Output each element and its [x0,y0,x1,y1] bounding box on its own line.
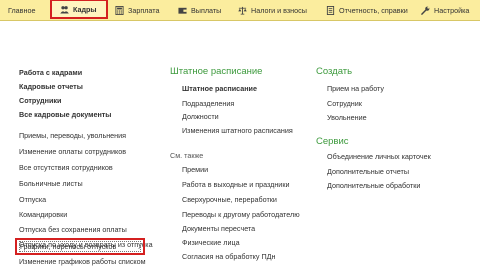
heading-shtatnoe: Штатное расписание [170,66,263,77]
tab-kadry[interactable]: Кадры [50,0,108,19]
link-grafiki-perenosy-otpuskov[interactable]: Графики, переносы отпусков [20,242,116,251]
link-sotrudniki[interactable]: Сотрудники [19,96,61,105]
link-soglasiya-pdn[interactable]: Согласия на обработку ПДн [182,252,275,261]
link-bolnichnye[interactable]: Больничные листы [19,179,83,188]
tab-label: Главное [8,5,36,15]
link-rabota-v-vyhodnye[interactable]: Работа в выходные и праздники [182,180,289,189]
link-komandirovki[interactable]: Командировки [19,210,67,219]
calculator-icon [115,5,124,15]
tab-otchetnost[interactable]: Отчетность, справки [326,0,408,20]
link-obedinenie-kartochek[interactable]: Объединение личных карточек [327,152,431,161]
wallet-icon [178,7,187,14]
link-dop-obrabotki[interactable]: Дополнительные обработки [327,181,420,190]
link-rabota-s-kadrami[interactable]: Работа с кадрами [19,68,82,77]
link-fizicheskie-litsa[interactable]: Физические лица [182,238,240,247]
link-otpuska[interactable]: Отпуска [19,195,46,204]
link-izmenenie-oplaty[interactable]: Изменение оплаты сотрудников [19,147,126,156]
link-perevody-k-rabotodatelyu[interactable]: Переводы к другому работодателю [182,210,300,219]
link-priemy-perevody[interactable]: Приемы, переводы, увольнения [19,131,126,140]
tab-label: Зарплата [128,5,160,15]
link-otpuska-bez-oplaty[interactable]: Отпуска без сохранения оплаты [19,225,127,234]
tab-zarplata[interactable]: Зарплата [115,0,159,20]
link-sotrudnik[interactable]: Сотрудник [327,99,362,108]
link-izmenenie-grafikov[interactable]: Изменение графиков работы списком [19,257,146,266]
link-kadrovye-otchety[interactable]: Кадровые отчеты [19,82,83,91]
link-priem-na-rabotu[interactable]: Прием на работу [327,84,384,93]
heading-sozdat: Создать [316,66,353,77]
link-shtatnoe-raspisanie[interactable]: Штатное расписание [182,84,257,93]
see-also-label: См. также [170,151,204,160]
tab-label: Отчетность, справки [339,5,408,15]
tab-label: Настройка [434,5,470,15]
link-vse-otsutstviya[interactable]: Все отсутствия сотрудников [19,163,113,172]
tab-label: Выплаты [191,5,222,15]
tab-main[interactable]: Главное [8,0,35,20]
heading-servis: Сервис [316,136,349,147]
link-vse-kadrovye-dokumenty[interactable]: Все кадровые документы [19,110,111,119]
wrench-icon [421,6,430,15]
tab-nastroyka[interactable]: Настройка [421,0,469,20]
link-sverhurochnye[interactable]: Сверхурочные, переработки [182,195,277,204]
people-icon [60,5,69,14]
tab-nalogi[interactable]: Налоги и взносы [238,0,307,20]
tab-label: Налоги и взносы [251,5,307,15]
scales-icon [238,6,247,15]
report-icon [326,5,335,15]
link-premii[interactable]: Премии [182,165,208,174]
tab-vyplaty[interactable]: Выплаты [178,0,221,20]
link-podrazdeleniya[interactable]: Подразделения [182,99,234,108]
link-dokumenty-pereschyota[interactable]: Документы пересчета [182,224,255,233]
link-dolzhnosti[interactable]: Должности [182,112,219,121]
link-dop-otchety[interactable]: Дополнительные отчеты [327,167,409,176]
section-bar: Главное Кадры Зарплата Выплаты Налоги и … [0,0,480,21]
link-uvolnenie[interactable]: Увольнение [327,113,367,122]
tab-label: Кадры [73,4,97,14]
link-izmeneniya-shtatnogo[interactable]: Изменения штатного расписания [182,126,293,135]
